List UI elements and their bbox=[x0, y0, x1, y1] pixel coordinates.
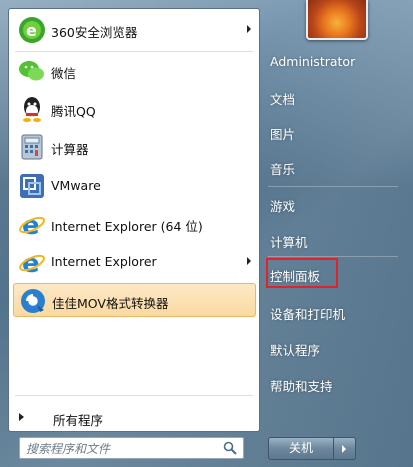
program-label: Internet Explorer bbox=[51, 254, 157, 269]
ie-icon: e bbox=[19, 249, 45, 277]
vmware-icon bbox=[20, 174, 44, 198]
search-icon[interactable] bbox=[223, 441, 237, 455]
devices-printers-link[interactable]: 设备和打印机 bbox=[270, 304, 345, 323]
submenu-arrow-icon[interactable] bbox=[247, 25, 251, 33]
triangle-right-icon bbox=[19, 413, 24, 421]
svg-text:e: e bbox=[22, 211, 40, 239]
submenu-arrow-icon[interactable] bbox=[247, 257, 251, 265]
music-link[interactable]: 音乐 bbox=[270, 159, 295, 178]
documents-link[interactable]: 文档 bbox=[270, 89, 295, 108]
all-programs-label: 所有程序 bbox=[53, 413, 104, 428]
calculator-icon bbox=[21, 134, 43, 160]
svg-text:e: e bbox=[22, 249, 40, 277]
program-qq[interactable]: 腾讯QQ bbox=[13, 92, 256, 126]
divider bbox=[15, 395, 253, 396]
search-box[interactable] bbox=[19, 437, 244, 459]
shutdown-button[interactable]: 关机 bbox=[268, 437, 334, 460]
program-ie-64[interactable]: e Internet Explorer (64 位) bbox=[13, 207, 256, 241]
program-label: 计算器 bbox=[51, 142, 89, 157]
program-label: 微信 bbox=[51, 66, 77, 81]
pictures-link[interactable]: 图片 bbox=[270, 124, 295, 143]
svg-text:e: e bbox=[26, 21, 37, 40]
highlight-box bbox=[266, 258, 338, 288]
divider bbox=[268, 186, 398, 187]
user-avatar[interactable] bbox=[306, 0, 368, 40]
default-programs-link[interactable]: 默认程序 bbox=[270, 340, 320, 359]
360-browser-icon: e bbox=[19, 17, 45, 43]
program-mov-converter[interactable]: 佳佳MOV格式转换器 bbox=[13, 283, 256, 317]
qq-icon bbox=[23, 97, 41, 122]
program-360-browser[interactable]: e 360安全浏览器 bbox=[13, 13, 256, 47]
chevron-right-icon bbox=[342, 445, 346, 453]
program-vmware[interactable]: VMware bbox=[13, 169, 256, 203]
program-label: 360安全浏览器 bbox=[51, 25, 138, 40]
shutdown-options-button[interactable] bbox=[334, 437, 356, 460]
program-wechat[interactable]: 微信 bbox=[13, 54, 256, 88]
program-calculator[interactable]: 计算器 bbox=[13, 130, 256, 164]
games-link[interactable]: 游戏 bbox=[270, 196, 295, 215]
program-label: VMware bbox=[51, 178, 101, 193]
programs-pane: e 360安全浏览器 微信 腾讯QQ 计算器 VMware e Internet… bbox=[8, 8, 260, 432]
wechat-icon bbox=[19, 61, 44, 81]
program-label: 佳佳MOV格式转换器 bbox=[52, 296, 169, 311]
ie-icon: e bbox=[19, 211, 45, 239]
search-input[interactable] bbox=[24, 440, 220, 458]
start-menu: e 360安全浏览器 微信 腾讯QQ 计算器 VMware e Internet… bbox=[0, 0, 413, 467]
all-programs-button[interactable]: 所有程序 bbox=[13, 404, 256, 430]
divider bbox=[268, 256, 398, 257]
program-ie[interactable]: e Internet Explorer bbox=[13, 245, 256, 279]
divider bbox=[15, 51, 253, 52]
computer-link[interactable]: 计算机 bbox=[270, 232, 308, 251]
program-label: 腾讯QQ bbox=[51, 104, 96, 119]
program-label: Internet Explorer (64 位) bbox=[51, 219, 203, 234]
user-name-link[interactable]: Administrator bbox=[270, 54, 355, 69]
mov-converter-icon bbox=[21, 289, 45, 313]
help-support-link[interactable]: 帮助和支持 bbox=[270, 376, 333, 395]
